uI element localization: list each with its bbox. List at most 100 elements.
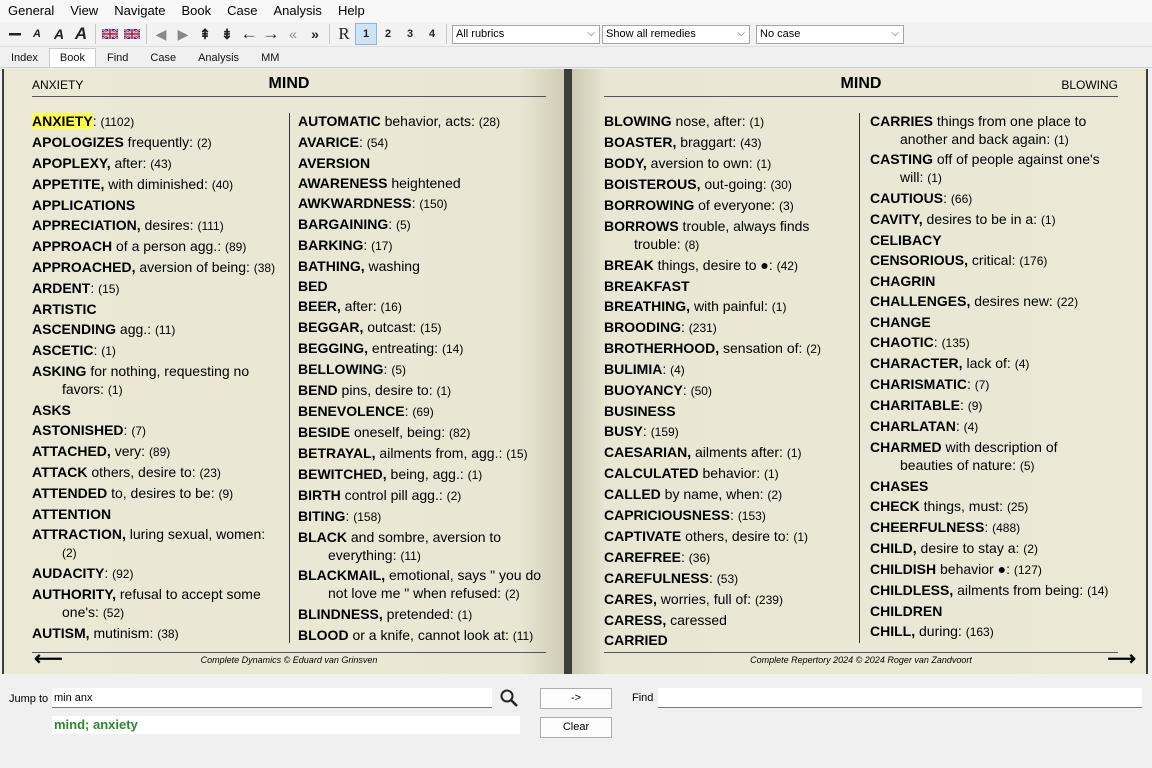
rubric-entry[interactable]: BROTHERHOOD, sensation of: (2): [604, 338, 856, 359]
rubric-entry[interactable]: CAREFREE: (36): [604, 547, 856, 568]
history-back-icon[interactable]: «: [282, 23, 304, 45]
rubric-entry[interactable]: BREAK things, desire to ●: (42): [604, 255, 856, 276]
menu-analysis[interactable]: Analysis: [266, 0, 330, 22]
rubric-entry[interactable]: CALLED by name, when: (2): [604, 484, 856, 505]
rubric-entry[interactable]: ANXIETY: (1102): [32, 111, 282, 132]
menu-general[interactable]: General: [0, 0, 62, 22]
rubric-entry[interactable]: ATTENDED to, desires to be: (9): [32, 483, 282, 504]
rubric-entry[interactable]: BREATHING, with painful: (1): [604, 296, 856, 317]
level-3-button[interactable]: 3: [399, 23, 421, 45]
font-small-icon[interactable]: A: [26, 23, 48, 45]
rubric-entry[interactable]: CHEERFULNESS: (488): [870, 517, 1114, 538]
rubric-entry[interactable]: BARKING: (17): [298, 235, 550, 256]
rubric-entry[interactable]: BROODING: (231): [604, 317, 856, 338]
rubric-entry[interactable]: BARGAINING: (5): [298, 214, 550, 235]
rubric-entry[interactable]: APPLICATIONS: [32, 195, 282, 215]
rubric-entry[interactable]: BULIMIA: (4): [604, 359, 856, 380]
play-back-icon[interactable]: ◀: [150, 23, 172, 45]
rubric-entry[interactable]: BLINDNESS, pretended: (1): [298, 604, 550, 625]
rubric-entry[interactable]: ATTACHED, very: (89): [32, 441, 282, 462]
rubric-entry[interactable]: BUSY: (159): [604, 421, 856, 442]
rubric-entry[interactable]: BEGGING, entreating: (14): [298, 338, 550, 359]
rubric-entry[interactable]: BEER, after: (16): [298, 296, 550, 317]
level-2-button[interactable]: 2: [377, 23, 399, 45]
rubric-entry[interactable]: CHARACTER, lack of: (4): [870, 353, 1114, 374]
arrow-right-icon[interactable]: →: [260, 23, 282, 45]
arrow-left-icon[interactable]: ←: [238, 23, 260, 45]
rubric-entry[interactable]: BENEVOLENCE: (69): [298, 401, 550, 422]
menu-view[interactable]: View: [62, 0, 106, 22]
flag-uk-icon[interactable]: [99, 23, 121, 45]
jump-to-input[interactable]: min anx: [52, 688, 492, 708]
rubric-entry[interactable]: CHASES: [870, 476, 1114, 496]
rubric-entry[interactable]: CARRIES things from one place to another…: [870, 112, 1114, 149]
rubric-entry[interactable]: CALCULATED behavior: (1): [604, 463, 856, 484]
rubric-entry[interactable]: CHAOTIC: (135): [870, 332, 1114, 353]
rubric-entry[interactable]: BORROWS trouble, always finds trouble: (…: [604, 217, 856, 254]
menu-case[interactable]: Case: [219, 0, 265, 22]
rubric-entry[interactable]: BLOOD or a knife, cannot look at: (11): [298, 625, 550, 646]
rubric-entry[interactable]: APPETITE, with diminished: (40): [32, 174, 282, 195]
rubric-entry[interactable]: CHILL, during: (163): [870, 621, 1114, 642]
rubric-entry[interactable]: BODY, aversion to own: (1): [604, 153, 856, 174]
rubric-entry[interactable]: BREAKFAST: [604, 276, 856, 296]
rubric-entry[interactable]: BATHING, washing: [298, 256, 550, 276]
tab-find[interactable]: Find: [96, 48, 139, 67]
rubric-entry[interactable]: ARTISTIC: [32, 299, 282, 319]
rubric-entry[interactable]: CAESARIAN, ailments after: (1): [604, 442, 856, 463]
rubric-entry[interactable]: BETRAYAL, ailments from, agg.: (15): [298, 443, 550, 464]
rubric-entry[interactable]: CASTING off of people against one's will…: [870, 150, 1114, 187]
rubric-entry[interactable]: CHARLATAN: (4): [870, 416, 1114, 437]
rubric-entry[interactable]: BOISTEROUS, out-going: (30): [604, 174, 856, 195]
tab-book[interactable]: Book: [48, 48, 96, 67]
rubric-entry[interactable]: CAUTIOUS: (66): [870, 188, 1114, 209]
rubric-entry[interactable]: ASKING for nothing, requesting no favors…: [32, 362, 282, 399]
menu-book[interactable]: Book: [174, 0, 220, 22]
search-icon[interactable]: [499, 688, 519, 713]
rubric-entry[interactable]: BESIDE oneself, being: (82): [298, 422, 550, 443]
go-button[interactable]: ->: [540, 688, 612, 709]
rubric-entry[interactable]: BUOYANCY: (50): [604, 380, 856, 401]
rubric-entry[interactable]: BEGGAR, outcast: (15): [298, 317, 550, 338]
rubric-entry[interactable]: CHECK things, must: (25): [870, 496, 1114, 517]
case-select[interactable]: No case ⌵: [756, 24, 904, 44]
tab-analysis[interactable]: Analysis: [187, 48, 250, 67]
rubric-entry[interactable]: APPROACH of a person agg.: (89): [32, 236, 282, 257]
rubric-entry[interactable]: CHILDISH behavior ●: (127): [870, 559, 1114, 580]
rubric-entry[interactable]: ATTRACTION, luring sexual, women: (2): [32, 525, 282, 562]
rubric-entry[interactable]: BELLOWING: (5): [298, 359, 550, 380]
rubric-entry[interactable]: CENSORIOUS, critical: (176): [870, 250, 1114, 271]
rubric-entry[interactable]: CHARITABLE: (9): [870, 395, 1114, 416]
rubric-entry[interactable]: AUTOMATIC behavior, acts: (28): [298, 111, 550, 132]
rubric-entry[interactable]: CHAGRIN: [870, 271, 1114, 291]
rubric-entry[interactable]: BITING: (158): [298, 506, 550, 527]
rubric-entry[interactable]: APOLOGIZES frequently: (2): [32, 132, 282, 153]
rubric-entry[interactable]: CAVITY, desires to be in a: (1): [870, 209, 1114, 230]
rubric-entry[interactable]: BOASTER, braggart: (43): [604, 132, 856, 153]
tab-mm[interactable]: MM: [250, 48, 290, 67]
rubric-entry[interactable]: ASKS: [32, 400, 282, 420]
rubric-entry[interactable]: ASTONISHED: (7): [32, 420, 282, 441]
rubric-entry[interactable]: BIRTH control pill agg.: (2): [298, 485, 550, 506]
font-large-icon[interactable]: A: [70, 23, 92, 45]
rubric-entry[interactable]: CAPTIVATE others, desire to: (1): [604, 526, 856, 547]
play-forward-icon[interactable]: ▶: [172, 23, 194, 45]
rubric-entry[interactable]: CARESS, caressed: [604, 610, 856, 630]
rubric-entry[interactable]: CHALLENGES, desires new: (22): [870, 291, 1114, 312]
rubric-entry[interactable]: ASCENDING agg.: (11): [32, 319, 282, 340]
rubrics-select[interactable]: All rubrics ⌵: [452, 24, 600, 44]
rubric-entry[interactable]: BORROWING of everyone: (3): [604, 195, 856, 216]
find-input[interactable]: [658, 688, 1142, 708]
rubric-entry[interactable]: CHARISMATIC: (7): [870, 374, 1114, 395]
rubric-entry[interactable]: AWARENESS heightened: [298, 173, 550, 193]
chapter-down-icon[interactable]: ⇟: [216, 23, 238, 45]
rubric-entry[interactable]: ARDENT: (15): [32, 278, 282, 299]
rubric-entry[interactable]: AVARICE: (54): [298, 132, 550, 153]
rubric-entry[interactable]: AWKWARDNESS: (150): [298, 193, 550, 214]
rubric-entry[interactable]: CHILDLESS, ailments from being: (14): [870, 581, 1114, 600]
level-4-button[interactable]: 4: [421, 23, 443, 45]
rubric-entry[interactable]: CHANGE: [870, 312, 1114, 332]
rubric-entry[interactable]: AUDACITY: (92): [32, 563, 282, 584]
repertory-r-icon[interactable]: R: [333, 23, 355, 45]
rubric-entry[interactable]: CHILD, desire to stay a: (2): [870, 538, 1114, 559]
